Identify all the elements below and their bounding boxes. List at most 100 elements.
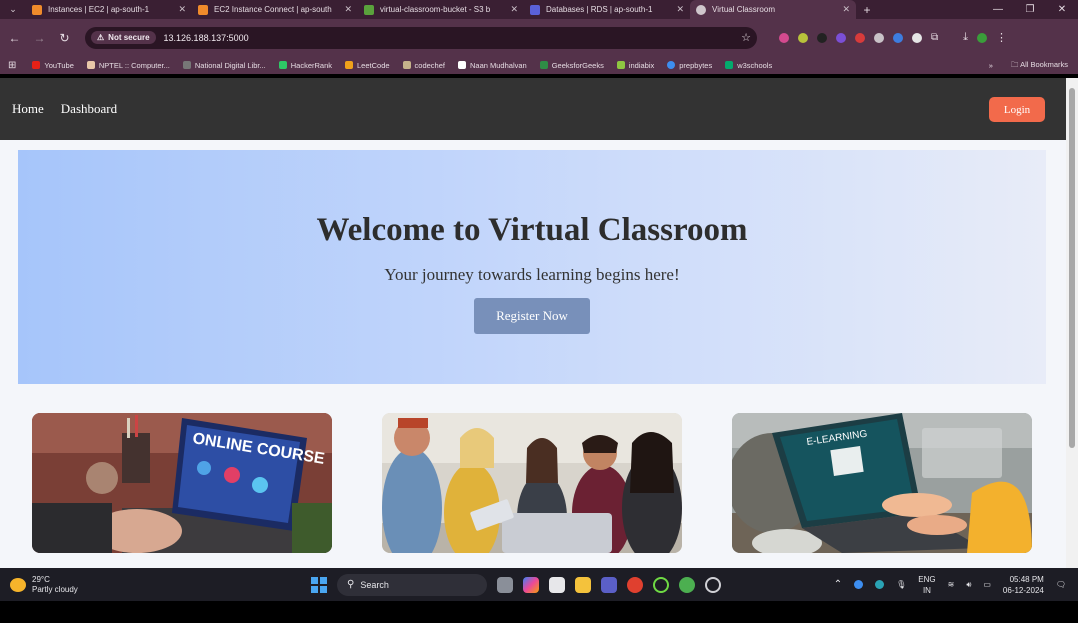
close-icon[interactable]: ✕ — [344, 4, 352, 15]
address-bar[interactable]: ⚠ Not secure 13.126.188.137:5000 ☆ — [85, 26, 757, 49]
weather-widget[interactable]: 29°C Partly cloudy — [10, 575, 78, 595]
language-indicator[interactable]: ENG IN — [918, 574, 935, 596]
bookmark-star-icon[interactable]: ☆ — [741, 31, 751, 44]
hero-title: Welcome to Virtual Classroom — [316, 212, 748, 248]
bookmark-item[interactable]: prepbytes — [667, 61, 712, 70]
wifi-icon[interactable]: ≋ — [948, 580, 955, 589]
bookmark-item[interactable]: YouTube — [32, 61, 74, 70]
prepbytes-icon — [667, 61, 676, 69]
tab-label: Instances | EC2 | ap-south-1 — [48, 5, 150, 14]
close-icon[interactable]: ✕ — [510, 4, 518, 15]
system-tray: ⌃ 🎙︎ ENG IN ≋ 🔊︎ ▭ 05:48 PM 06-12-2024 🗨… — [834, 568, 1066, 601]
tab-rds[interactable]: Databases | RDS | ap-south-1 ✕ — [524, 0, 690, 19]
new-tab-button[interactable]: + — [856, 0, 878, 19]
tab-label: virtual-classroom-bucket - S3 b — [380, 5, 491, 14]
bookmark-item[interactable]: National Digital Libr... — [182, 61, 266, 70]
back-icon[interactable]: ← — [2, 31, 27, 45]
forward-icon[interactable]: → — [27, 31, 52, 45]
battery-icon[interactable]: ▭ — [983, 580, 991, 589]
tab-ec2-connect[interactable]: EC2 Instance Connect | ap-south ✕ — [192, 0, 358, 19]
settings-icon[interactable] — [705, 576, 721, 593]
date-text: 06-12-2024 — [1002, 585, 1044, 595]
warning-icon: ⚠ — [97, 33, 105, 42]
site-navbar: Home Dashboard Login — [0, 78, 1066, 140]
tab-search-icon[interactable]: ⌄ — [0, 0, 26, 19]
globe-icon — [696, 4, 706, 15]
extensions-area: ⧉ ⤓ ⋮ — [779, 31, 1007, 44]
bookmarks-bar: ⊞ YouTube NPTEL :: Computer... National … — [0, 56, 1078, 74]
clock[interactable]: 05:48 PM 06-12-2024 — [1003, 574, 1044, 596]
extension-icon[interactable] — [893, 32, 903, 43]
leetcode-icon — [345, 61, 354, 69]
tab-s3-bucket[interactable]: virtual-classroom-bucket - S3 b ✕ — [358, 0, 524, 19]
bookmark-item[interactable]: indiabix — [616, 61, 654, 70]
download-icon[interactable]: ⤓ — [963, 31, 968, 44]
file-explorer-icon[interactable] — [575, 576, 591, 593]
menu-icon[interactable]: ⋮ — [996, 31, 1007, 44]
scrollbar-thumb[interactable] — [1069, 88, 1075, 448]
extension-icon[interactable] — [798, 32, 808, 43]
all-bookmarks-button[interactable]: 🗀 All Bookmarks — [1011, 59, 1068, 72]
folder-icon: 🗀 — [1010, 59, 1021, 69]
more-bookmarks-button[interactable]: » — [989, 61, 993, 70]
windows-start-icon[interactable] — [311, 576, 327, 593]
taskbar-search[interactable]: ⚲ Search — [337, 573, 487, 596]
bookmark-item[interactable]: HackerRank — [278, 60, 333, 70]
close-icon[interactable]: ✕ — [178, 4, 186, 15]
chevron-up-icon[interactable]: ⌃ — [834, 579, 842, 590]
puzzle-icon[interactable]: ⧉ — [931, 32, 938, 43]
tab-instances[interactable]: Instances | EC2 | ap-south-1 ✕ — [26, 0, 192, 19]
bookmarks-right: » 🗀 All Bookmarks — [989, 59, 1078, 72]
notifications-icon[interactable]: 🗨︎ — [1056, 580, 1066, 589]
task-view-icon[interactable] — [497, 576, 513, 593]
bookmark-item[interactable]: NPTEL :: Computer... — [86, 61, 170, 70]
apps-grid-icon[interactable]: ⊞ — [8, 60, 16, 71]
upwork-icon[interactable] — [653, 576, 669, 593]
aws-icon — [32, 4, 42, 15]
tray-icon[interactable] — [854, 580, 864, 589]
search-label: Search — [360, 579, 389, 590]
nav-home-link[interactable]: Home — [12, 101, 44, 117]
weather-icon — [10, 577, 26, 592]
close-icon[interactable]: ✕ — [676, 4, 684, 15]
bookmark-item[interactable]: codechef — [402, 60, 445, 70]
extension-icon[interactable] — [817, 32, 827, 43]
url-text[interactable]: 13.126.188.137:5000 — [164, 33, 742, 43]
extension-icon[interactable] — [874, 32, 884, 43]
teams-icon[interactable] — [601, 576, 617, 593]
hero-banner: Welcome to Virtual Classroom Your journe… — [18, 150, 1046, 384]
bookmark-label: codechef — [414, 60, 445, 70]
extension-icon[interactable] — [855, 32, 865, 43]
register-now-button[interactable]: Register Now — [474, 298, 590, 334]
chrome-icon[interactable] — [627, 576, 643, 593]
profile-avatar[interactable] — [977, 32, 988, 43]
geeksforgeeks-icon — [539, 61, 548, 69]
hero-subtitle: Your journey towards learning begins her… — [384, 265, 680, 284]
close-window-button[interactable]: ✕ — [1046, 0, 1078, 19]
extension-icon[interactable] — [912, 32, 922, 43]
chrome-profile-icon[interactable] — [679, 576, 695, 593]
login-button[interactable]: Login — [989, 97, 1045, 122]
volume-icon[interactable]: 🔊︎ — [966, 580, 971, 590]
extension-icon[interactable] — [836, 32, 846, 43]
bookmark-item[interactable]: w3schools — [725, 61, 772, 70]
minimize-button[interactable]: — — [982, 0, 1014, 19]
nptel-icon — [86, 61, 95, 69]
bookmark-item[interactable]: Naan Mudhalvan — [458, 61, 527, 70]
bookmark-item[interactable]: LeetCode — [345, 61, 390, 70]
restore-button[interactable]: ❐ — [1014, 0, 1046, 19]
microphone-icon[interactable]: 🎙︎ — [896, 580, 906, 589]
store-icon[interactable] — [549, 576, 565, 593]
page-scrollbar[interactable] — [1066, 78, 1078, 568]
bookmark-item[interactable]: GeeksforGeeks — [539, 61, 604, 70]
close-icon[interactable]: ✕ — [842, 4, 850, 15]
reload-icon[interactable]: ↻ — [52, 31, 77, 45]
nav-dashboard-link[interactable]: Dashboard — [61, 101, 117, 117]
language-text: ENG — [918, 574, 936, 584]
extension-icon[interactable] — [779, 32, 789, 43]
copilot-icon[interactable] — [523, 576, 539, 593]
bookmark-label: HackerRank — [290, 60, 333, 70]
tab-virtual-classroom[interactable]: Virtual Classroom ✕ — [690, 0, 856, 19]
tray-icon[interactable] — [875, 580, 885, 589]
security-chip[interactable]: ⚠ Not secure — [91, 31, 156, 44]
